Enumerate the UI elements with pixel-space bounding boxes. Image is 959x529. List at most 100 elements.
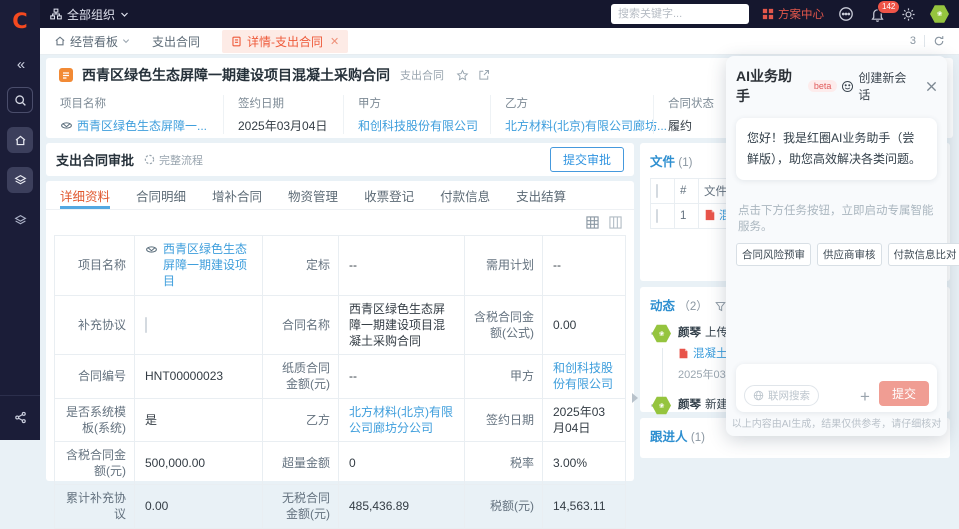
project-link[interactable]: 西青区绿色生态屏障一... bbox=[77, 117, 207, 134]
brand-logo-icon[interactable]: C bbox=[7, 8, 33, 34]
tab-invoices[interactable]: 收票登记 bbox=[364, 181, 414, 209]
global-search-input[interactable] bbox=[611, 4, 749, 24]
ai-task-hint: 点击下方任务按钮，立即启动专属智能服务。 bbox=[736, 202, 937, 234]
table-view-icon[interactable] bbox=[586, 216, 599, 229]
breadcrumb-tab-strip: 经营看板 支出合同 详情-支出合同 ✕ 3 bbox=[40, 28, 959, 55]
collapse-sidebar-icon[interactable]: « bbox=[17, 56, 23, 73]
tab-detail-info[interactable]: 详细资料 bbox=[60, 181, 110, 209]
column-settings-icon[interactable] bbox=[609, 216, 622, 229]
tab-supplement[interactable]: 增补合同 bbox=[212, 181, 262, 209]
party-b-link[interactable]: 北方材料(北京)有限公司廊坊分公司 bbox=[349, 405, 453, 435]
party-a-link[interactable]: 和创科技股份有限公司 bbox=[553, 361, 613, 391]
tab-materials[interactable]: 物资管理 bbox=[288, 181, 338, 209]
party-a-link[interactable]: 和创科技股份有限公司 bbox=[358, 117, 476, 134]
sidebar-search-button[interactable] bbox=[7, 87, 33, 113]
tab-payments[interactable]: 付款信息 bbox=[440, 181, 490, 209]
home-icon bbox=[54, 35, 66, 47]
submit-approval-button[interactable]: 提交审批 bbox=[550, 147, 624, 172]
sidebar-modules-button[interactable] bbox=[7, 207, 33, 233]
ai-submit-button[interactable]: 提交 bbox=[879, 381, 929, 406]
globe-icon bbox=[753, 390, 764, 401]
table-row: 累计补充协议 0.00 无税合同金额(元) 485,436.89 税额(元) 1… bbox=[55, 485, 626, 528]
table-row: 是否系统模板(系统) 是 乙方 北方材料(北京)有限公司廊坊分公司 签约日期 2… bbox=[55, 398, 626, 441]
activity-section-title[interactable]: 动态 bbox=[650, 299, 675, 313]
filter-funnel-icon[interactable] bbox=[715, 301, 726, 312]
grid-icon bbox=[762, 8, 774, 20]
contract-type-tag: 支出合同 bbox=[400, 67, 444, 83]
close-icon[interactable] bbox=[926, 81, 937, 92]
notifications-icon[interactable]: 142 bbox=[868, 5, 886, 23]
favorite-star-icon[interactable] bbox=[456, 69, 469, 82]
sidebar-home-button[interactable] bbox=[7, 127, 33, 153]
search-icon bbox=[14, 94, 27, 107]
header-field-party-b: 乙方 北方材料(北京)有限公司廊坊... bbox=[490, 95, 653, 134]
followers-count: (1) bbox=[691, 432, 705, 444]
page-title: 西青区绿色生态屏障一期建设项目混凝土采购合同 bbox=[82, 65, 390, 85]
attach-plus-icon[interactable]: + bbox=[860, 388, 870, 405]
sidebar-apps-button[interactable] bbox=[7, 167, 33, 193]
org-switcher[interactable]: 全部组织 bbox=[50, 6, 129, 23]
detail-fields-table: 项目名称 西青区绿色生态屏障一期建设项目 定标 -- 需用计划 -- 补充协议 … bbox=[54, 235, 626, 529]
tab-counter: 3 bbox=[910, 35, 916, 47]
smiley-icon bbox=[841, 80, 854, 93]
chevron-down-icon bbox=[120, 10, 129, 19]
pdf-icon bbox=[678, 348, 689, 359]
header-field-sign-date: 签约日期 2025年03月04日 bbox=[223, 95, 343, 134]
web-search-toggle[interactable]: 联网搜索 bbox=[744, 385, 819, 406]
user-avatar[interactable]: ❀ bbox=[930, 5, 949, 24]
home-icon bbox=[14, 134, 27, 147]
org-label: 全部组织 bbox=[67, 6, 115, 23]
approval-bar: 支出合同审批 完整流程 提交审批 bbox=[46, 143, 634, 176]
detail-card: 详细资料 合同明细 增补合同 物资管理 收票登记 付款信息 支出结算 项目名称 … bbox=[46, 181, 634, 481]
select-all-checkbox[interactable] bbox=[656, 184, 658, 198]
project-icon bbox=[60, 119, 73, 132]
tab-expense-contracts[interactable]: 支出合同 bbox=[152, 33, 200, 50]
layers-icon bbox=[14, 214, 27, 227]
settings-gear-icon[interactable] bbox=[899, 5, 917, 23]
project-icon bbox=[145, 243, 158, 256]
party-b-link[interactable]: 北方材料(北京)有限公司廊坊... bbox=[505, 117, 639, 134]
close-tab-icon[interactable]: ✕ bbox=[330, 35, 339, 48]
table-row: 含税合同金额(元) 500,000.00 超量金额 0 税率 3.00% bbox=[55, 441, 626, 484]
table-row: 补充协议 合同名称 西青区绿色生态屏障一期建设项目混凝土采购合同 含税合同金额(… bbox=[55, 295, 626, 355]
ai-input-card[interactable]: 联网搜索 + 提交 bbox=[736, 364, 937, 412]
avatar: ❀ bbox=[652, 324, 671, 343]
document-icon bbox=[231, 36, 242, 47]
top-bar: 全部组织 方案中心 142 ❀ bbox=[40, 0, 959, 28]
tab-settlement[interactable]: 支出结算 bbox=[516, 181, 566, 209]
followers-section-title[interactable]: 跟进人 bbox=[650, 430, 688, 444]
refresh-icon[interactable] bbox=[933, 35, 945, 47]
task-payment-compare-button[interactable]: 付款信息比对 bbox=[888, 243, 959, 266]
left-sidebar: C « bbox=[0, 0, 40, 440]
contract-doc-icon bbox=[58, 67, 74, 83]
new-session-button[interactable]: 创建新会话 bbox=[841, 69, 916, 103]
beta-badge: beta bbox=[808, 80, 838, 92]
project-link[interactable]: 西青区绿色生态屏障一期建设项目 bbox=[163, 241, 252, 290]
task-supplier-review-button[interactable]: 供应商审核 bbox=[817, 243, 882, 266]
files-count: (1) bbox=[678, 157, 692, 169]
tab-contract-items[interactable]: 合同明细 bbox=[136, 181, 186, 209]
notification-badge: 142 bbox=[877, 0, 900, 14]
org-tree-icon bbox=[50, 8, 62, 20]
supplement-checkbox[interactable] bbox=[145, 317, 147, 333]
tab-dashboard[interactable]: 经营看板 bbox=[54, 33, 130, 50]
files-section-title[interactable]: 文件 bbox=[650, 155, 675, 169]
external-link-icon[interactable] bbox=[478, 69, 490, 81]
table-row: 项目名称 西青区绿色生态屏障一期建设项目 定标 -- 需用计划 -- bbox=[55, 236, 626, 296]
avatar: ❀ bbox=[652, 396, 671, 415]
file-checkbox[interactable] bbox=[656, 209, 658, 223]
header-field-party-a: 甲方 和创科技股份有限公司 bbox=[343, 95, 490, 134]
activity-count: （2） bbox=[678, 301, 707, 313]
messages-icon[interactable] bbox=[837, 5, 855, 23]
ai-greeting-card: 您好！我是红圈AI业务助手（尝鲜版），助您高效解决各类问题。 bbox=[736, 118, 937, 180]
layers-icon bbox=[14, 174, 27, 187]
full-process-link[interactable]: 完整流程 bbox=[144, 152, 203, 168]
solution-center-link[interactable]: 方案中心 bbox=[762, 6, 824, 22]
table-row: 合同编号 HNT00000023 纸质合同金额(元) -- 甲方 和创科技股份有… bbox=[55, 355, 626, 398]
header-field-project: 项目名称 西青区绿色生态屏障一... bbox=[58, 95, 223, 134]
ai-disclaimer: 以上内容由AI生成，结果仅供参考，请仔细核对 bbox=[726, 415, 947, 430]
share-icon[interactable] bbox=[11, 408, 29, 426]
task-contract-risk-button[interactable]: 合同风险预审 bbox=[736, 243, 811, 266]
expand-right-panel-handle[interactable] bbox=[632, 393, 638, 403]
tab-contract-detail[interactable]: 详情-支出合同 ✕ bbox=[222, 30, 348, 53]
